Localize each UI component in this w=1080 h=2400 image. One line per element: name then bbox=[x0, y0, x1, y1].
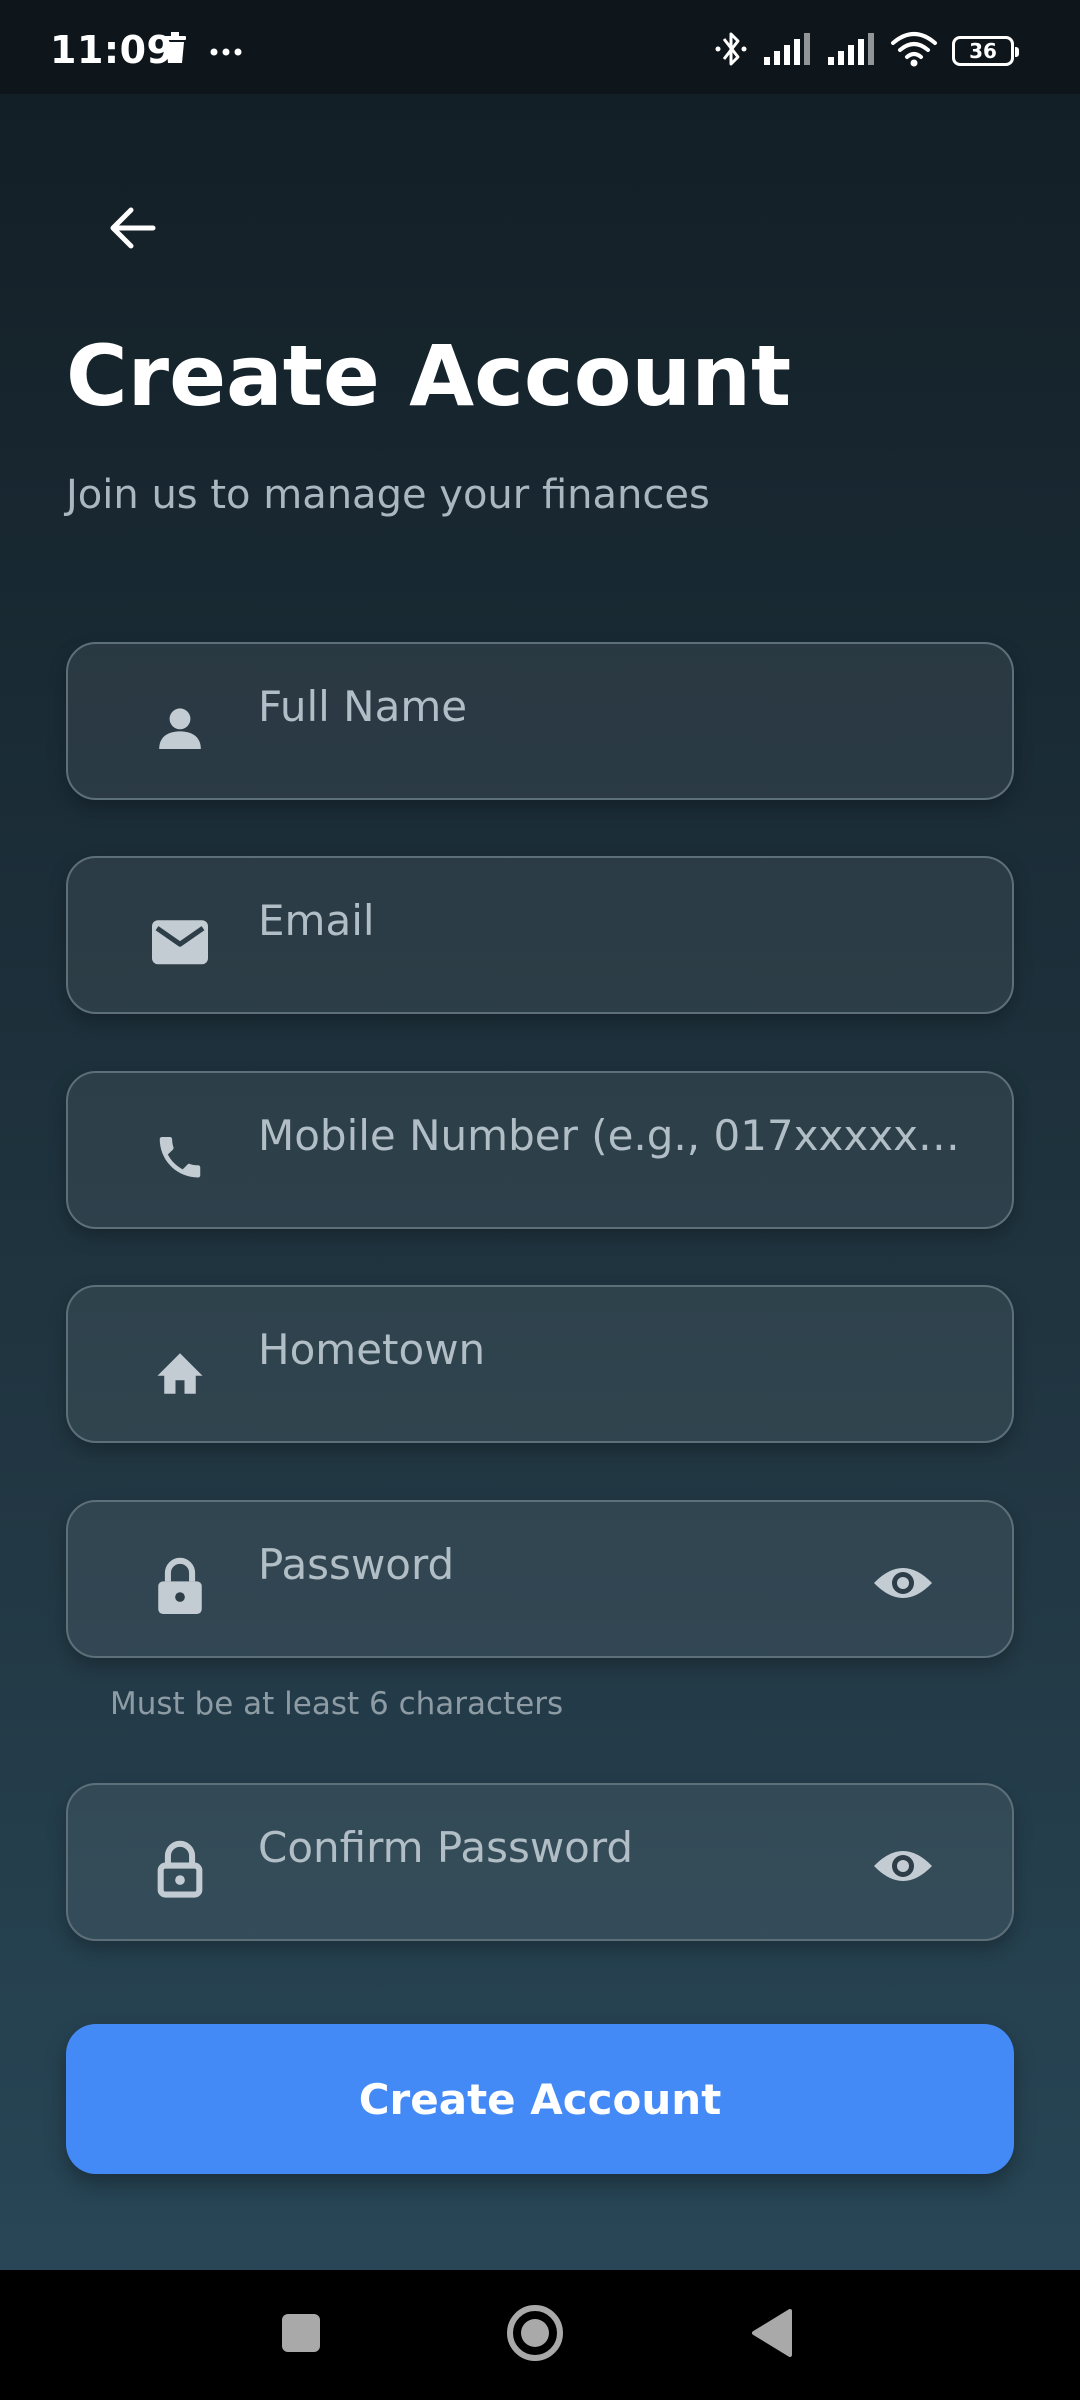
confirm-password-field[interactable]: Confirm Password bbox=[66, 1783, 1014, 1941]
recents-button[interactable] bbox=[266, 2300, 336, 2370]
home-button[interactable] bbox=[500, 2300, 570, 2370]
email-placeholder: Email bbox=[258, 896, 375, 945]
signal-icon bbox=[762, 33, 812, 69]
back-triangle-icon bbox=[750, 2308, 794, 2362]
person-icon bbox=[150, 698, 210, 758]
phone-icon bbox=[150, 1127, 210, 1187]
home-circle-icon bbox=[506, 2304, 564, 2366]
mail-icon bbox=[150, 912, 210, 972]
full-name-field[interactable]: Full Name bbox=[66, 642, 1014, 800]
show-confirm-password-toggle[interactable] bbox=[870, 1843, 936, 1893]
password-helper-text: Must be at least 6 characters bbox=[110, 1686, 564, 1722]
mobile-number-placeholder: Mobile Number (e.g., 017xxxxxxxx) bbox=[258, 1111, 968, 1160]
show-password-toggle[interactable] bbox=[870, 1560, 936, 1610]
more-dots-icon bbox=[210, 41, 242, 60]
arrow-left-icon bbox=[107, 206, 157, 254]
trash-icon bbox=[162, 32, 188, 68]
hometown-placeholder: Hometown bbox=[258, 1325, 486, 1374]
back-button[interactable] bbox=[92, 190, 172, 270]
password-field[interactable]: Password bbox=[66, 1500, 1014, 1658]
email-field[interactable]: Email bbox=[66, 856, 1014, 1014]
status-bar: 11:09 36 bbox=[0, 0, 1080, 94]
back-nav-button[interactable] bbox=[737, 2300, 807, 2370]
battery-level: 36 bbox=[969, 39, 997, 63]
eye-icon bbox=[872, 1562, 934, 1608]
lock-outline-icon bbox=[150, 1839, 210, 1899]
page-title: Create Account bbox=[66, 327, 792, 425]
signal-icon bbox=[826, 33, 876, 69]
home-icon bbox=[150, 1341, 210, 1401]
page-subtitle: Join us to manage your finances bbox=[66, 472, 710, 518]
status-left-icons bbox=[162, 32, 242, 68]
password-placeholder: Password bbox=[258, 1540, 455, 1589]
status-right-icons: 36 bbox=[714, 30, 1019, 72]
wifi-icon bbox=[890, 31, 938, 71]
system-nav-bar bbox=[0, 2270, 1080, 2400]
full-name-placeholder: Full Name bbox=[258, 682, 468, 731]
mobile-number-field[interactable]: Mobile Number (e.g., 017xxxxxxxx) bbox=[66, 1071, 1014, 1229]
create-account-button[interactable]: Create Account bbox=[66, 2024, 1014, 2174]
lock-icon bbox=[150, 1556, 210, 1616]
recents-square-icon bbox=[280, 2312, 322, 2358]
battery-icon: 36 bbox=[952, 36, 1019, 66]
hometown-field[interactable]: Hometown bbox=[66, 1285, 1014, 1443]
bluetooth-icon bbox=[714, 30, 748, 72]
status-time: 11:09 bbox=[50, 28, 174, 72]
eye-icon bbox=[872, 1845, 934, 1891]
confirm-password-placeholder: Confirm Password bbox=[258, 1823, 634, 1872]
